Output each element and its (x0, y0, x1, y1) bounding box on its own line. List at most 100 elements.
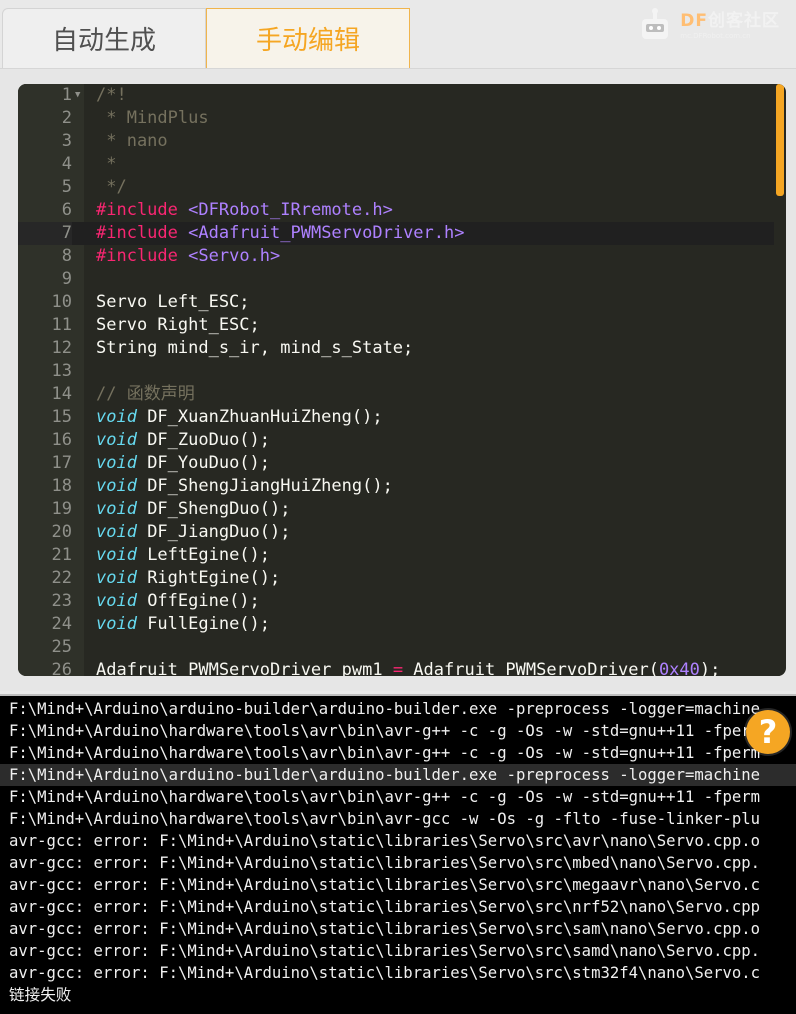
code-text: #include <DFRobot_IRremote.h> (96, 199, 393, 222)
code-text: #include <Servo.h> (96, 245, 280, 268)
code-text: Servo Right_ESC; (96, 314, 260, 337)
code-token: DF_ZuoDuo(); (136, 430, 271, 450)
code-text: /*! (96, 84, 127, 107)
code-line[interactable]: 14 // 函数声明 (18, 383, 774, 406)
code-editor[interactable]: 1 ▼/*! 2 * MindPlus 3 * nano 4 * 5 */6 #includ… (18, 84, 786, 676)
console-line: F:\Mind+\Arduino\hardware\tools\avr\bin\… (9, 788, 761, 806)
code-token: void (96, 499, 137, 519)
console-output: F:\Mind+\Arduino\arduino-builder\arduino… (0, 694, 796, 1014)
line-number: 11 (51, 315, 72, 335)
code-token: * MindPlus (96, 108, 209, 128)
console-line: F:\Mind+\Arduino\hardware\tools\avr\bin\… (9, 744, 761, 762)
line-number: 18 (51, 476, 72, 496)
line-number: 8 (61, 246, 72, 266)
code-line[interactable]: 2 * MindPlus (18, 107, 774, 130)
code-text: void DF_ZuoDuo(); (96, 429, 270, 452)
line-number: 26 (51, 660, 72, 676)
code-line[interactable]: 17 void DF_YouDuo(); (18, 452, 774, 475)
console-line: avr-gcc: error: F:\Mind+\Arduino\static\… (9, 964, 761, 982)
code-token: void (96, 568, 137, 588)
code-line[interactable]: 12 String mind_s_ir, mind_s_State; (18, 337, 774, 360)
code-line[interactable]: 13 (18, 360, 774, 383)
line-number: 20 (51, 522, 72, 542)
code-token: #include (96, 200, 178, 220)
line-number: 7 (18, 222, 72, 245)
brand-logo: DF创客社区 mc.DFRobot.com.cn (636, 6, 780, 46)
code-token: // 函数声明 (96, 384, 195, 404)
code-line[interactable]: 21 void LeftEgine(); (18, 544, 774, 567)
console-line: F:\Mind+\Arduino\hardware\tools\avr\bin\… (9, 810, 761, 828)
line-number: 3 (61, 131, 72, 151)
brand-name: DF创客社区 (680, 10, 780, 31)
code-text: String mind_s_ir, mind_s_State; (96, 337, 413, 360)
console-line: F:\Mind+\Arduino\hardware\tools\avr\bin\… (9, 722, 761, 740)
code-line[interactable]: 5 */ (18, 176, 774, 199)
code-token: * nano (96, 131, 168, 151)
code-text: * MindPlus (96, 107, 209, 130)
code-token: DF_ShengDuo(); (136, 499, 291, 519)
code-token: <DFRobot_IRremote.h> (188, 200, 393, 220)
console-line: avr-gcc: error: F:\Mind+\Arduino\static\… (9, 876, 761, 894)
code-line[interactable]: 20 void DF_JiangDuo(); (18, 521, 774, 544)
code-text: * nano (96, 130, 168, 153)
code-text: void DF_XuanZhuanHuiZheng(); (96, 406, 383, 429)
line-number: 22 (51, 568, 72, 588)
code-line[interactable]: 24 void FullEgine(); (18, 613, 774, 636)
editor-scrollbar-thumb[interactable] (776, 84, 784, 196)
tab-manual-edit-label: 手动编辑 (255, 26, 360, 56)
fold-arrow-icon[interactable]: ▼ (75, 84, 80, 107)
code-line[interactable]: 22 void RightEgine(); (18, 567, 774, 590)
code-line[interactable]: 4 * (18, 153, 774, 176)
code-token: void (96, 522, 137, 542)
code-token: 0x40 (658, 660, 700, 676)
code-line[interactable]: 10 Servo Left_ESC; (18, 291, 774, 314)
tab-bar: 自动生成 手动编辑 DF创客社区 mc.DFRobot.com.cn (0, 0, 796, 68)
code-line[interactable]: 11 Servo Right_ESC; (18, 314, 774, 337)
code-text: void FullEgine(); (96, 613, 270, 636)
line-number: 5 (61, 177, 72, 197)
code-token: <Adafruit_PWMServoDriver.h> (188, 223, 465, 243)
code-text: void DF_ShengDuo(); (96, 498, 290, 521)
code-token: ); (699, 660, 721, 676)
line-number: 21 (51, 545, 72, 565)
tab-auto-generate[interactable]: 自动生成 (2, 8, 206, 68)
line-number: 12 (51, 338, 72, 358)
line-number: 16 (51, 430, 72, 450)
code-line[interactable]: 7 #include <Adafruit_PWMServoDriver.h> (18, 222, 774, 245)
code-token: Adafruit_PWMServoDriver( (403, 660, 659, 676)
code-token: LeftEgine(); (136, 545, 271, 565)
code-text: void OffEgine(); (96, 590, 260, 613)
code-line[interactable]: 23 void OffEgine(); (18, 590, 774, 613)
code-line[interactable]: 19 void DF_ShengDuo(); (18, 498, 774, 521)
code-line[interactable]: 25 (18, 636, 774, 659)
line-number: 25 (51, 637, 72, 657)
console-line: F:\Mind+\Arduino\arduino-builder\arduino… (9, 700, 761, 718)
code-line[interactable]: 8 #include <Servo.h> (18, 245, 774, 268)
line-number: 23 (51, 591, 72, 611)
help-button[interactable]: ? (746, 710, 790, 754)
code-token: void (96, 476, 137, 496)
code-line[interactable]: 1 ▼ /*! (18, 84, 774, 107)
code-token: FullEgine(); (136, 614, 271, 634)
code-token: /*! (96, 85, 127, 105)
line-number: 17 (51, 453, 72, 473)
code-token: RightEgine(); (136, 568, 281, 588)
console-line: 链接失败 (9, 986, 72, 1004)
code-line[interactable]: 26 Adafruit_PWMServoDriver pwm1 = Adafrui… (18, 659, 774, 676)
code-line[interactable]: 18 void DF_ShengJiangHuiZheng(); (18, 475, 774, 498)
code-line[interactable]: 6 #include <DFRobot_IRremote.h> (18, 199, 774, 222)
code-line[interactable]: 3 * nano (18, 130, 774, 153)
line-number: 13 (51, 361, 72, 381)
code-token: <Servo.h> (188, 246, 281, 266)
code-line[interactable]: 9 (18, 268, 774, 291)
code-text: void DF_JiangDuo(); (96, 521, 290, 544)
code-line[interactable]: 16 void DF_ZuoDuo(); (18, 429, 774, 452)
code-text: void DF_YouDuo(); (96, 452, 270, 475)
code-token: OffEgine(); (136, 591, 260, 611)
line-number: 15 (51, 407, 72, 427)
code-line[interactable]: 15 void DF_XuanZhuanHuiZheng(); (18, 406, 774, 429)
tab-manual-edit[interactable]: 手动编辑 (206, 8, 410, 68)
line-number: 2 (61, 108, 72, 128)
